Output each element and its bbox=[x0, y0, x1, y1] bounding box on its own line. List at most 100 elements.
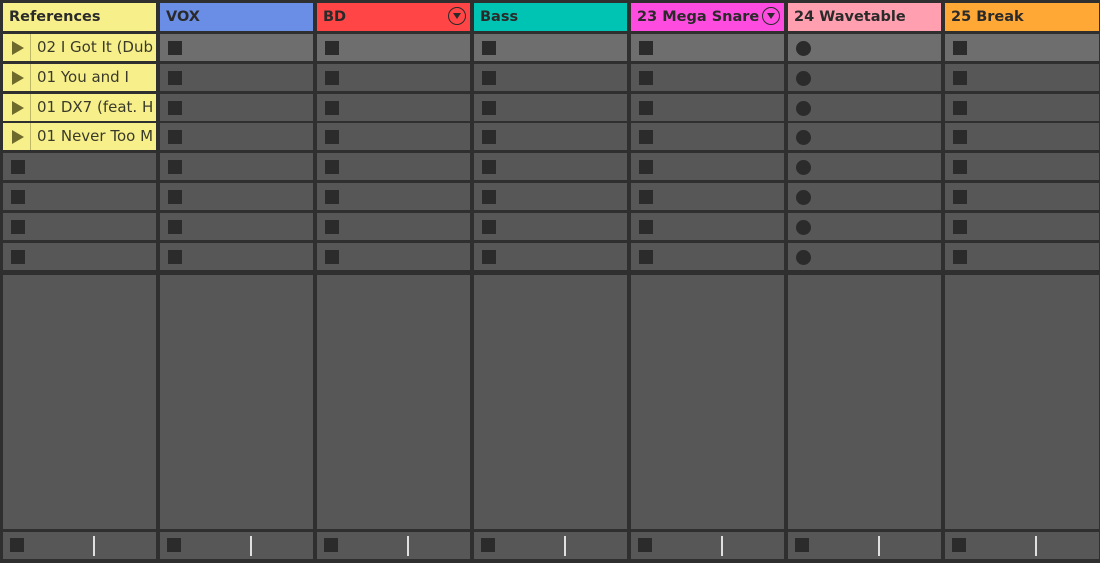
play-icon[interactable] bbox=[3, 93, 31, 121]
empty-clip-slot[interactable] bbox=[160, 123, 313, 151]
empty-clip-slot[interactable] bbox=[317, 93, 470, 121]
record-button-icon[interactable] bbox=[796, 100, 811, 116]
stop-button-icon[interactable] bbox=[482, 100, 496, 115]
empty-clip-slot[interactable] bbox=[317, 183, 470, 210]
empty-track-area[interactable] bbox=[788, 275, 941, 529]
track-header[interactable]: 24 Wavetable bbox=[788, 3, 941, 31]
empty-clip-slot[interactable] bbox=[160, 63, 313, 91]
empty-clip-slot[interactable] bbox=[3, 212, 156, 240]
empty-clip-slot[interactable] bbox=[788, 183, 941, 210]
empty-clip-slot[interactable] bbox=[788, 63, 941, 91]
empty-clip-slot[interactable] bbox=[317, 34, 470, 61]
stop-button-icon[interactable] bbox=[953, 219, 967, 234]
clip-slot[interactable]: 02 I Got It (Dub bbox=[3, 34, 156, 61]
stop-button-icon[interactable] bbox=[953, 130, 967, 145]
stop-button-icon[interactable] bbox=[482, 130, 496, 145]
empty-clip-slot[interactable] bbox=[945, 212, 1099, 240]
stop-button-icon[interactable] bbox=[168, 160, 182, 175]
record-button-icon[interactable] bbox=[796, 219, 811, 235]
stop-button-icon[interactable] bbox=[325, 130, 339, 145]
empty-clip-slot[interactable] bbox=[788, 34, 941, 61]
play-icon[interactable] bbox=[3, 123, 31, 151]
empty-clip-slot[interactable] bbox=[3, 153, 156, 181]
empty-clip-slot[interactable] bbox=[945, 63, 1099, 91]
track-header[interactable]: VOX bbox=[160, 3, 313, 31]
stop-button-icon[interactable] bbox=[11, 190, 25, 204]
stop-button-icon[interactable] bbox=[953, 190, 967, 204]
empty-clip-slot[interactable] bbox=[631, 153, 784, 181]
stop-button-icon[interactable] bbox=[168, 100, 182, 115]
record-button-icon[interactable] bbox=[796, 160, 811, 176]
stop-button-icon[interactable] bbox=[325, 160, 339, 175]
record-button-icon[interactable] bbox=[796, 249, 811, 265]
fold-arrow-icon[interactable] bbox=[448, 7, 466, 25]
empty-clip-slot[interactable] bbox=[160, 34, 313, 61]
empty-track-area[interactable] bbox=[631, 275, 784, 529]
stop-button-icon[interactable] bbox=[639, 160, 653, 175]
empty-track-area[interactable] bbox=[474, 275, 627, 529]
stop-button-icon[interactable] bbox=[953, 249, 967, 264]
stop-button-icon[interactable] bbox=[639, 190, 653, 204]
clip-slot[interactable]: 01 DX7 (feat. H bbox=[3, 93, 156, 121]
empty-clip-slot[interactable] bbox=[3, 242, 156, 270]
fold-arrow-icon[interactable] bbox=[762, 7, 780, 25]
stop-button-icon[interactable] bbox=[482, 70, 496, 85]
stop-clips-icon[interactable] bbox=[167, 538, 181, 552]
stop-button-icon[interactable] bbox=[168, 249, 182, 264]
stop-button-icon[interactable] bbox=[325, 249, 339, 264]
empty-clip-slot[interactable] bbox=[945, 183, 1099, 210]
stop-button-icon[interactable] bbox=[953, 100, 967, 115]
stop-button-icon[interactable] bbox=[168, 70, 182, 85]
track-header[interactable]: 25 Break bbox=[945, 3, 1099, 31]
empty-clip-slot[interactable] bbox=[474, 34, 627, 61]
clip-slot[interactable]: 01 You and I bbox=[3, 63, 156, 91]
empty-clip-slot[interactable] bbox=[945, 242, 1099, 270]
empty-clip-slot[interactable] bbox=[788, 93, 941, 121]
empty-clip-slot[interactable] bbox=[945, 123, 1099, 151]
empty-clip-slot[interactable] bbox=[788, 123, 941, 151]
stop-button-icon[interactable] bbox=[639, 219, 653, 234]
empty-clip-slot[interactable] bbox=[631, 34, 784, 61]
empty-clip-slot[interactable] bbox=[160, 153, 313, 181]
empty-clip-slot[interactable] bbox=[317, 123, 470, 151]
empty-clip-slot[interactable] bbox=[788, 153, 941, 181]
record-button-icon[interactable] bbox=[796, 41, 811, 56]
record-button-icon[interactable] bbox=[796, 130, 811, 146]
stop-clips-icon[interactable] bbox=[481, 538, 495, 552]
stop-button-icon[interactable] bbox=[953, 160, 967, 175]
empty-clip-slot[interactable] bbox=[3, 183, 156, 210]
stop-clips-icon[interactable] bbox=[952, 538, 966, 552]
empty-clip-slot[interactable] bbox=[631, 93, 784, 121]
stop-button-icon[interactable] bbox=[953, 41, 967, 55]
play-icon[interactable] bbox=[3, 34, 31, 61]
stop-button-icon[interactable] bbox=[11, 219, 25, 234]
stop-button-icon[interactable] bbox=[953, 70, 967, 85]
empty-clip-slot[interactable] bbox=[945, 153, 1099, 181]
stop-clips-icon[interactable] bbox=[324, 538, 338, 552]
stop-button-icon[interactable] bbox=[11, 249, 25, 264]
track-header[interactable]: Bass bbox=[474, 3, 627, 31]
stop-button-icon[interactable] bbox=[639, 70, 653, 85]
empty-clip-slot[interactable] bbox=[474, 242, 627, 270]
track-header[interactable]: BD bbox=[317, 3, 470, 31]
empty-clip-slot[interactable] bbox=[788, 212, 941, 240]
empty-clip-slot[interactable] bbox=[317, 63, 470, 91]
empty-clip-slot[interactable] bbox=[317, 242, 470, 270]
empty-clip-slot[interactable] bbox=[160, 93, 313, 121]
stop-button-icon[interactable] bbox=[482, 219, 496, 234]
stop-button-icon[interactable] bbox=[325, 100, 339, 115]
stop-button-icon[interactable] bbox=[325, 41, 339, 55]
empty-clip-slot[interactable] bbox=[317, 212, 470, 240]
empty-clip-slot[interactable] bbox=[631, 212, 784, 240]
empty-clip-slot[interactable] bbox=[474, 212, 627, 240]
empty-clip-slot[interactable] bbox=[160, 183, 313, 210]
empty-clip-slot[interactable] bbox=[474, 93, 627, 121]
stop-clips-icon[interactable] bbox=[10, 538, 24, 552]
play-icon[interactable] bbox=[3, 63, 31, 91]
stop-clips-icon[interactable] bbox=[638, 538, 652, 552]
stop-button-icon[interactable] bbox=[168, 130, 182, 145]
empty-clip-slot[interactable] bbox=[317, 153, 470, 181]
stop-button-icon[interactable] bbox=[639, 100, 653, 115]
empty-clip-slot[interactable] bbox=[788, 242, 941, 270]
stop-button-icon[interactable] bbox=[639, 249, 653, 264]
